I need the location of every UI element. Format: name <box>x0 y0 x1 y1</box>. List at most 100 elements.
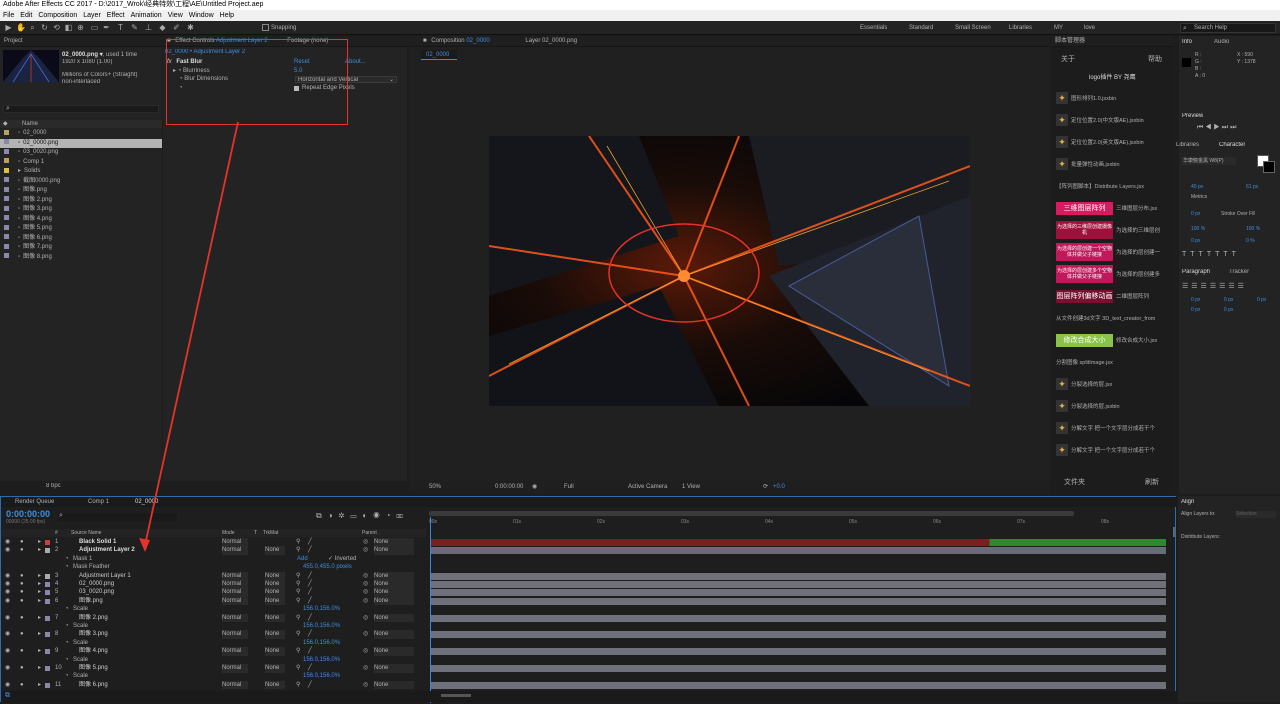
workspace-libraries[interactable]: Libraries <box>1009 23 1032 33</box>
script-item[interactable]: ✦ 分解文字 把一个文字层分成若干个 <box>1051 418 1173 440</box>
script-item[interactable]: 三维图层阵列 三维图层分布.jsx <box>1051 198 1173 220</box>
kerning-value[interactable]: Metrics <box>1191 194 1207 200</box>
project-item[interactable]: ▸ Solids <box>0 167 162 176</box>
orbit-tool-icon[interactable]: ↻ <box>40 23 49 32</box>
paragraph-tab[interactable]: Paragraph <box>1182 269 1210 275</box>
search-help-input[interactable]: ⌕ Search Help <box>1180 23 1276 33</box>
layer-tab[interactable]: Layer 02_0000.png <box>525 38 577 44</box>
menu-composition[interactable]: Composition <box>35 10 80 21</box>
stroke-mode-dropdown[interactable]: Stroke Over Fill <box>1221 211 1255 217</box>
about-button[interactable]: 关于 <box>1061 54 1075 64</box>
project-item[interactable]: ▫ 图像 5.png <box>0 224 162 233</box>
script-chip-button[interactable]: 为选择的层创建一个空物体并做父子链接 <box>1056 243 1113 261</box>
leading-value[interactable]: 61 px <box>1246 184 1258 190</box>
view-layout-dropdown[interactable]: 1 View <box>682 481 700 494</box>
camera-dropdown[interactable]: Active Camera <box>628 481 667 494</box>
puppet-tool-icon[interactable]: ✱ <box>186 23 195 32</box>
exposure-value[interactable]: +0.0 <box>773 481 785 494</box>
script-chip-button[interactable]: 为选择的三维层创建摄像机 <box>1056 221 1113 239</box>
menu-help[interactable]: Help <box>217 10 237 21</box>
eraser-tool-icon[interactable]: ◆ <box>158 23 167 32</box>
menu-edit[interactable]: Edit <box>17 10 35 21</box>
clone-tool-icon[interactable]: ⊥ <box>144 23 153 32</box>
project-item[interactable]: ▫ 03_0020.png <box>0 148 162 157</box>
label-color-swatch[interactable] <box>4 196 9 202</box>
script-item[interactable]: ✦ 图形排列1.0.jsxbin <box>1051 88 1173 110</box>
project-item[interactable]: ▫ 图像 7.png <box>0 243 162 252</box>
workspace-small-screen[interactable]: Small Screen <box>955 23 991 33</box>
camera-tool-icon[interactable]: ◧ <box>64 23 73 32</box>
script-item[interactable]: 图层阵列偏移动画 二维图层阵列 <box>1051 286 1173 308</box>
snapping-checkbox[interactable] <box>262 24 269 31</box>
menu-file[interactable]: File <box>0 10 17 21</box>
project-tab[interactable]: Project <box>0 36 162 47</box>
bpc-label[interactable]: 8 bpc <box>46 483 61 489</box>
script-chip-button[interactable]: 三维图层阵列 <box>1056 202 1113 215</box>
label-color-swatch[interactable] <box>4 148 9 154</box>
hand-tool-icon[interactable]: ✋ <box>16 23 26 32</box>
vertical-scale-value[interactable]: 100 % <box>1191 226 1205 232</box>
label-color-swatch[interactable] <box>4 158 9 164</box>
align-buttons[interactable]: ☰☰☰☰☰☰☰ <box>1182 282 1247 290</box>
label-color-swatch[interactable] <box>4 177 9 183</box>
close-icon[interactable]: ■ <box>423 38 427 44</box>
refresh-button[interactable]: 刷新 <box>1145 477 1159 487</box>
workspace-essentials[interactable]: Essentials <box>860 23 887 33</box>
project-item[interactable]: ▫ 02_0000 <box>0 129 162 138</box>
viewer-timecode[interactable]: 0:00:00:00 <box>495 481 523 494</box>
script-item[interactable]: ✦ 定位位置2.0(中文版AE).jsxbin <box>1051 110 1173 132</box>
label-color-swatch[interactable] <box>4 253 9 259</box>
project-item[interactable]: ▫ 图像 3.png <box>0 205 162 214</box>
space-after[interactable]: 0 px <box>1224 307 1233 313</box>
script-chip-button[interactable]: 图层阵列偏移动画 <box>1056 290 1113 303</box>
workspace-love[interactable]: love <box>1084 23 1095 33</box>
script-item[interactable]: 分割图像 splitImage.jsx <box>1051 352 1173 374</box>
tracker-tab[interactable]: Tracker <box>1229 269 1249 275</box>
project-item[interactable]: ▫ 图像 8.png <box>0 253 162 262</box>
project-item[interactable]: ▫ Comp 1 <box>0 158 162 167</box>
script-item[interactable]: ✦ 分裂选择的层.jsx <box>1051 374 1173 396</box>
script-item[interactable]: ✦ 批量弹性动画.jsxbin <box>1051 154 1173 176</box>
script-item[interactable]: ✦ 分解文字 把一个文字层分成若干个 <box>1051 440 1173 462</box>
resolution-dropdown[interactable]: Full <box>564 481 574 494</box>
script-item[interactable]: 为选择的层创建一个空物体并做父子链接 为选择的层创建一 <box>1051 242 1173 264</box>
project-item[interactable]: ▫ 图像.png <box>0 186 162 195</box>
comp-sub-tab[interactable]: 02_0000 <box>421 50 457 60</box>
label-color-swatch[interactable] <box>4 234 9 240</box>
label-color-swatch[interactable] <box>4 205 9 211</box>
menu-effect[interactable]: Effect <box>104 10 128 21</box>
script-chip-button[interactable]: 修改合成大小 <box>1056 334 1113 347</box>
zoom-tool-icon[interactable]: ⌕ <box>28 23 37 32</box>
menu-layer[interactable]: Layer <box>80 10 104 21</box>
preview-controls[interactable]: ⏮◀▶⏭⏭ <box>1197 124 1238 132</box>
font-dropdown[interactable]: 华康俪金黑 W8(P) <box>1181 157 1236 165</box>
label-color-swatch[interactable] <box>4 186 9 192</box>
reset-exposure-icon[interactable]: ⟳ <box>763 481 768 494</box>
help-button[interactable]: 帮助 <box>1148 54 1162 64</box>
label-color-swatch[interactable] <box>4 167 9 173</box>
label-color-swatch[interactable] <box>4 129 9 135</box>
indent-first[interactable]: 0 px <box>1224 297 1233 303</box>
script-item[interactable]: ✦ 分裂选择的层.jsxbin <box>1051 396 1173 418</box>
script-item[interactable]: 为选择的三维层创建摄像机 为选择的三维层创 <box>1051 220 1173 242</box>
roto-tool-icon[interactable]: ✐ <box>172 23 181 32</box>
baseline-value[interactable]: 0 px <box>1191 238 1200 244</box>
composition-canvas[interactable] <box>489 136 970 406</box>
brush-tool-icon[interactable]: ✎ <box>130 23 139 32</box>
stroke-width-value[interactable]: 0 px <box>1191 211 1200 217</box>
space-before[interactable]: 0 px <box>1191 307 1200 313</box>
about-link[interactable]: About... <box>345 58 366 67</box>
label-color-swatch[interactable] <box>4 224 9 230</box>
project-item[interactable]: ▫ 图像 6.png <box>0 234 162 243</box>
workspace-my[interactable]: MY <box>1054 23 1063 33</box>
script-item[interactable]: 【阵列图脚本】Distribute Layers.jsx <box>1051 176 1173 198</box>
text-style-buttons[interactable]: TTTTTTT <box>1182 251 1240 258</box>
libraries-tab[interactable]: Libraries <box>1176 142 1199 148</box>
indent-left[interactable]: 0 px <box>1191 297 1200 303</box>
tsume-value[interactable]: 0 % <box>1246 238 1255 244</box>
script-chip-button[interactable]: 为选择的层创建多个空物体并做父子链接 <box>1056 265 1113 283</box>
project-search-input[interactable]: ⌕ <box>3 105 159 113</box>
label-color-swatch[interactable] <box>4 243 9 249</box>
label-color-swatch[interactable] <box>4 215 9 221</box>
menu-view[interactable]: View <box>165 10 186 21</box>
